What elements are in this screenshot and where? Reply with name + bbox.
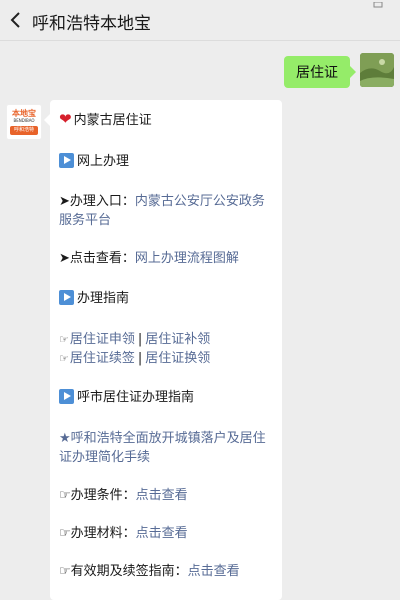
- conditions-link[interactable]: 点击查看: [136, 488, 188, 503]
- materials-link[interactable]: 点击查看: [136, 526, 188, 541]
- guide-replace-link[interactable]: 居住证换领: [145, 351, 210, 366]
- heart-icon: ❤: [59, 110, 72, 128]
- guide-renew-link[interactable]: 居住证续签: [70, 351, 135, 366]
- view-prefix: ➤点击查看：: [59, 251, 135, 266]
- guide-apply-link[interactable]: 居住证申领: [70, 332, 135, 347]
- validity-link[interactable]: 点击查看: [188, 564, 240, 579]
- entry-link[interactable]: 内蒙古公安厅公安政务: [135, 194, 265, 209]
- guide-row-2: ☞居住证续签 | 居住证换领: [59, 351, 211, 366]
- pointing-hand-icon: ☞: [59, 333, 69, 346]
- bot-logo-sub: BENDIBAO: [13, 118, 35, 123]
- materials-prefix: ☞办理材料：: [59, 526, 136, 541]
- chevron-left-icon[interactable]: [6, 6, 28, 34]
- my-message-bubble[interactable]: 居住证: [284, 56, 356, 88]
- card-title-line: ❤ 内蒙古居住证: [59, 110, 152, 130]
- pointing-hand-icon: ☞: [59, 352, 69, 365]
- play-icon: [59, 290, 74, 305]
- bot-avatar[interactable]: 本地宝 BENDIBAO 呼和浩特: [6, 104, 42, 140]
- section-city-label: 呼市居住证办理指南: [77, 390, 195, 405]
- validity-line: ☞有效期及续签指南：点击查看: [59, 562, 240, 581]
- section-city: 呼市居住证办理指南: [59, 388, 194, 407]
- guide-row-1: ☞居住证申领 | 居住证补领: [59, 332, 211, 347]
- materials-line: ☞办理材料：点击查看: [59, 524, 188, 543]
- star-line-2: 证办理简化手续: [59, 448, 150, 467]
- card-title: 内蒙古居住证: [73, 113, 152, 128]
- my-avatar[interactable]: [360, 53, 394, 87]
- policy-link[interactable]: ★呼和浩特全面放开城镇落户及居住: [59, 431, 266, 446]
- policy-link-cont[interactable]: 证办理简化手续: [59, 450, 150, 465]
- validity-prefix: ☞有效期及续签指南：: [59, 564, 188, 579]
- conditions-prefix: ☞办理条件：: [59, 488, 136, 503]
- entry-line-1: ➤办理入口：内蒙古公安厅公安政务: [59, 192, 265, 211]
- conditions-line: ☞办理条件：点击查看: [59, 486, 188, 505]
- bot-logo-bar: 呼和浩特: [10, 126, 38, 135]
- entry-line-2: 服务平台: [59, 211, 111, 230]
- reply-card: ❤ 内蒙古居住证 网上办理 ➤办理入口：内蒙古公安厅公安政务 服务平台 ➤点击查看…: [44, 100, 282, 600]
- entry-link-cont[interactable]: 服务平台: [59, 213, 111, 228]
- entry-prefix: ➤办理入口：: [59, 194, 135, 209]
- view-flow-link[interactable]: 网上办理流程图解: [135, 251, 239, 266]
- section-guide-label: 办理指南: [77, 291, 130, 306]
- guide-reissue-link[interactable]: 居住证补领: [145, 332, 210, 347]
- more-icon[interactable]: [368, 2, 392, 14]
- section-online: 网上办理: [59, 152, 129, 171]
- header-bar: 呼和浩特本地宝: [0, 0, 400, 41]
- section-online-label: 网上办理: [77, 154, 130, 169]
- play-icon: [59, 153, 74, 168]
- landscape-avatar-image: [360, 53, 394, 87]
- view-line: ➤点击查看：网上办理流程图解: [59, 249, 239, 268]
- star-line-1: ★呼和浩特全面放开城镇落户及居住: [59, 429, 266, 448]
- section-guide: 办理指南: [59, 289, 129, 308]
- page-title: 呼和浩特本地宝: [32, 14, 151, 34]
- play-icon: [59, 389, 74, 404]
